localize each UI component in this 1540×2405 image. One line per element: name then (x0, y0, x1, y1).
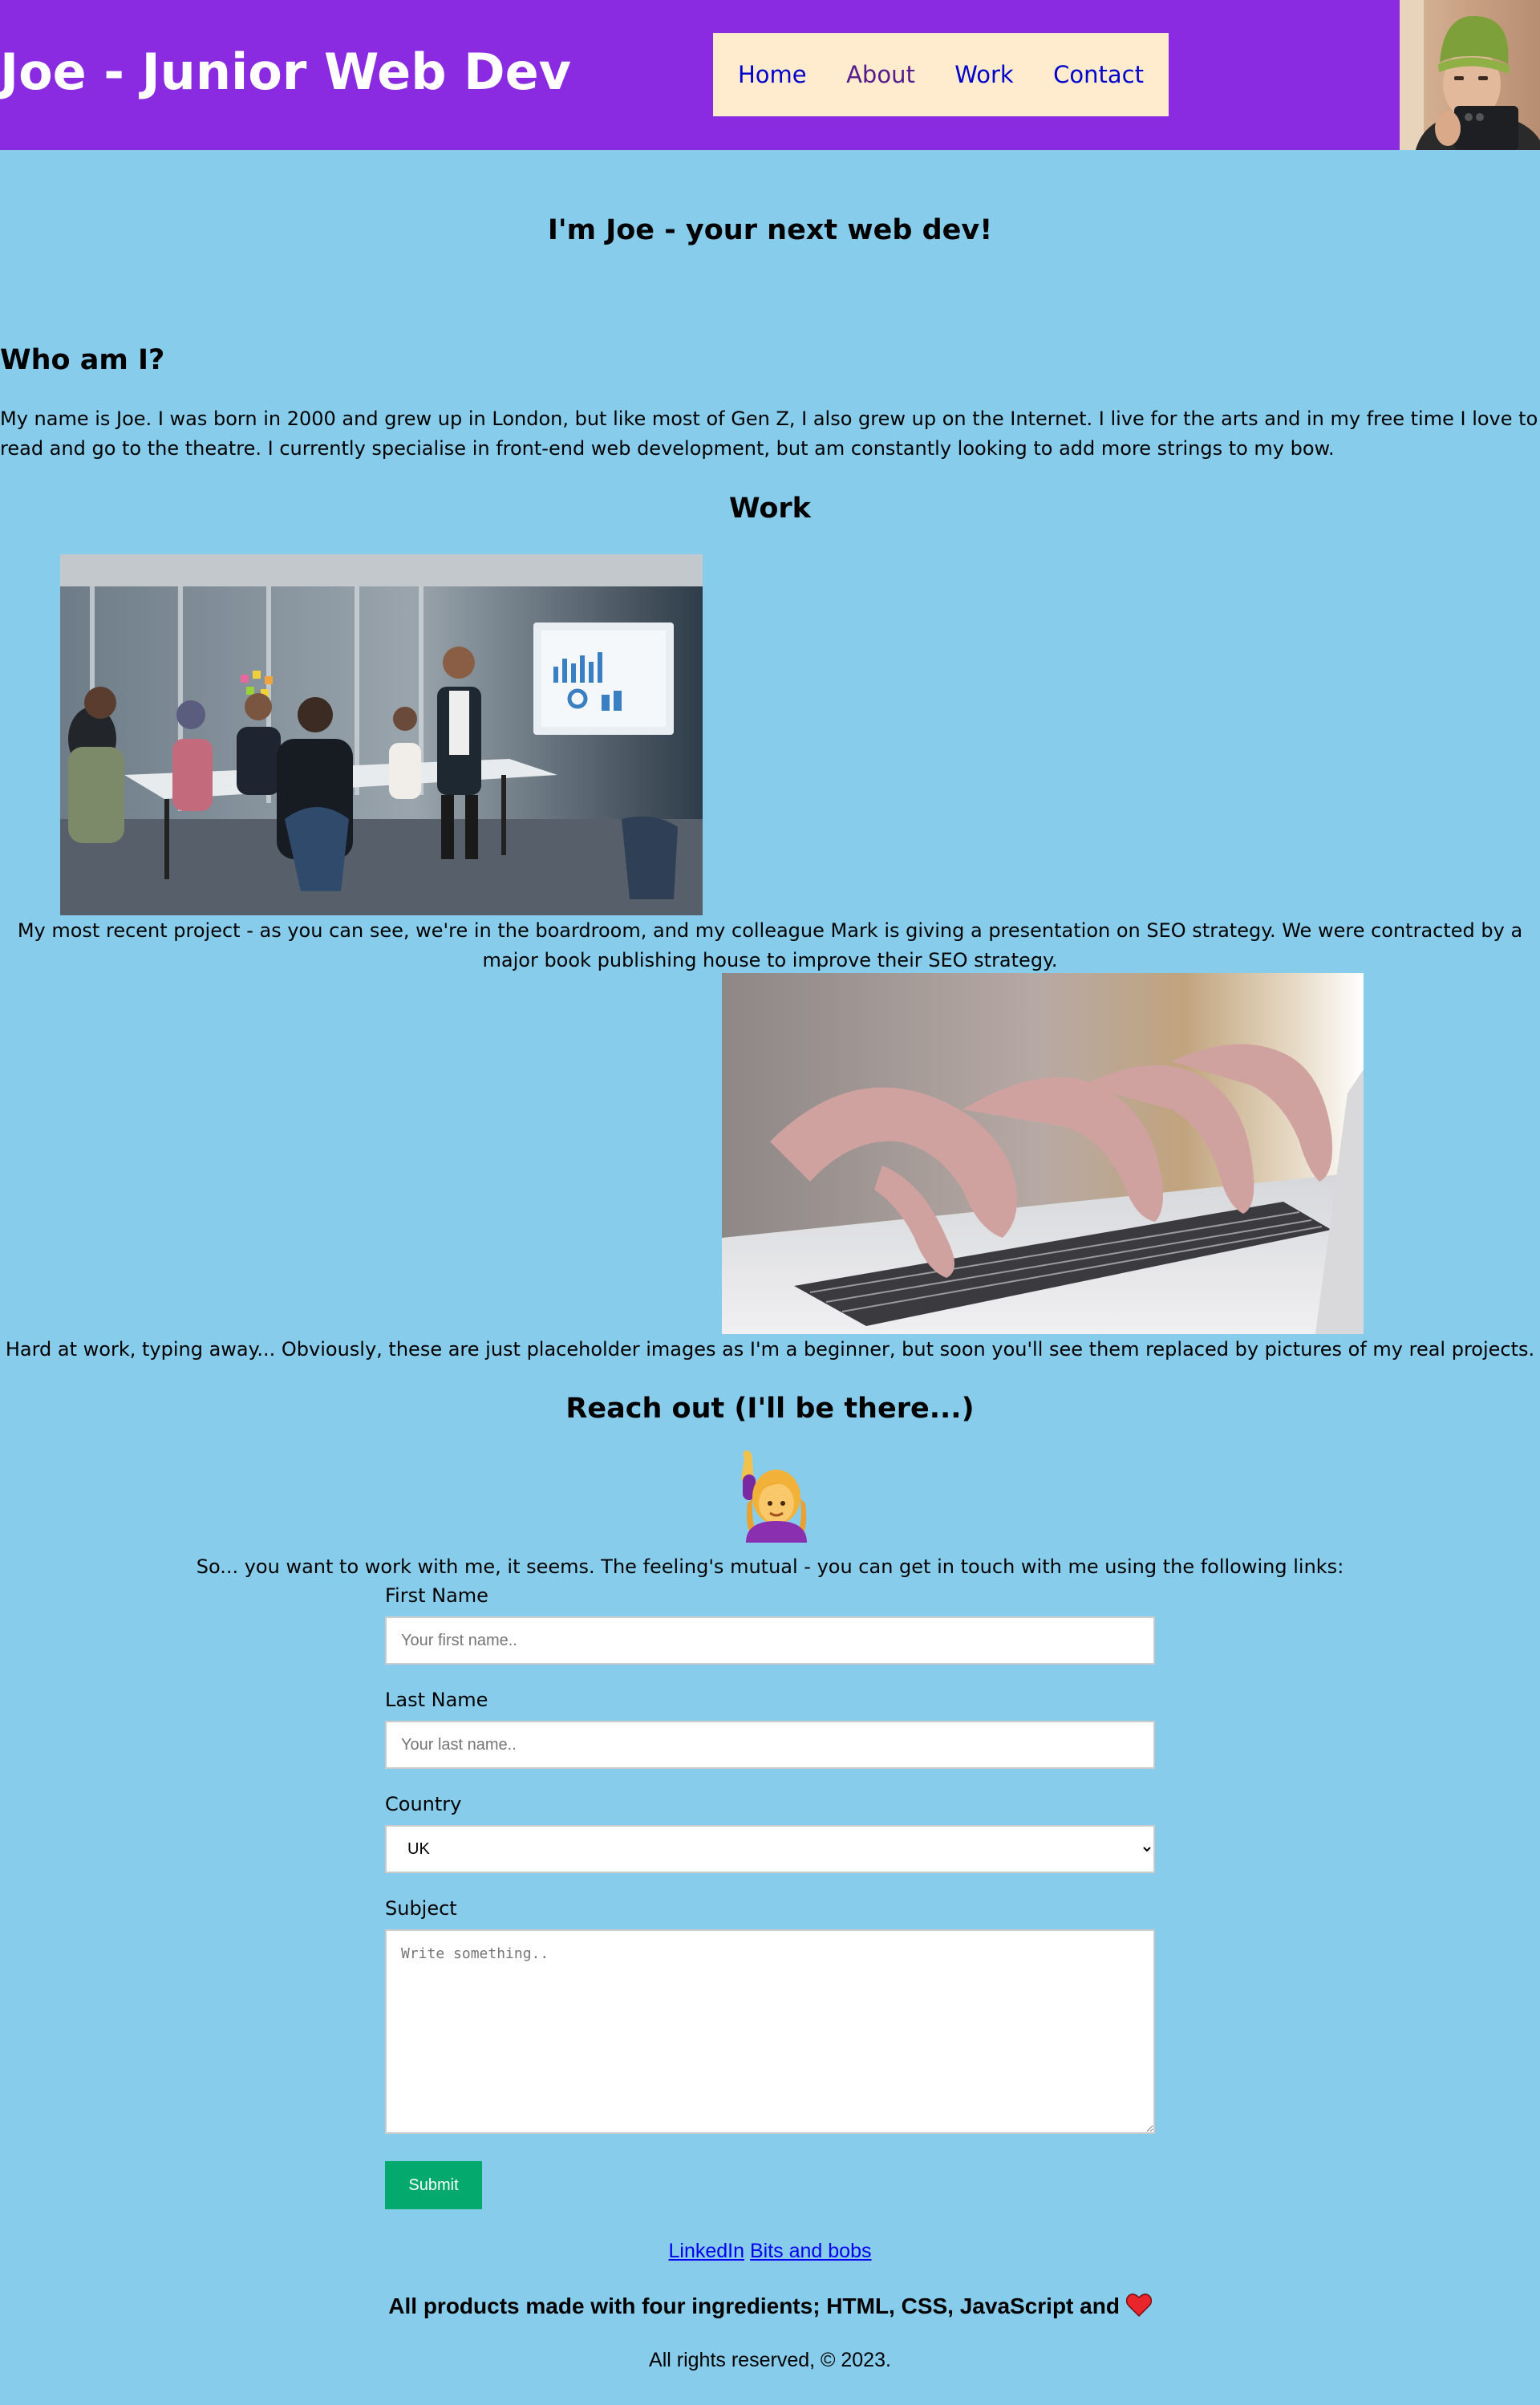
bits-and-bobs-link[interactable]: Bits and bobs (750, 2240, 872, 2262)
boardroom-photo (60, 554, 703, 915)
nav-about-link[interactable]: About (846, 61, 915, 88)
nav-home-link[interactable]: Home (738, 61, 807, 88)
last-name-input[interactable] (385, 1721, 1155, 1769)
heart-icon (1125, 2293, 1152, 2318)
subject-textarea[interactable] (385, 1929, 1155, 2134)
contact-intro: So... you want to work with me, it seems… (196, 1555, 1344, 1578)
copyright-text: All rights reserved, © 2023. (649, 2349, 891, 2371)
typing-photo (722, 973, 1364, 1334)
main-nav: Home About Work Contact (713, 33, 1169, 116)
about-heading: Who am I? (0, 344, 165, 376)
nav-work-link[interactable]: Work (954, 61, 1013, 88)
first-name-input[interactable] (385, 1616, 1155, 1665)
contact-heading: Reach out (I'll be there...) (565, 1393, 975, 1425)
footer-tagline: All products made with four ingredients;… (0, 2290, 1540, 2322)
linkedin-link[interactable]: LinkedIn (669, 2240, 745, 2262)
person-raising-hand-icon (730, 1450, 810, 1543)
work-caption-1: My most recent project - as you can see,… (17, 919, 1523, 971)
submit-button[interactable]: Submit (385, 2161, 482, 2209)
tagline-text: All products made with four ingredients;… (388, 2293, 1120, 2318)
first-name-label: First Name (385, 1584, 488, 1607)
nav-contact-link[interactable]: Contact (1053, 61, 1144, 88)
subject-label: Subject (385, 1897, 457, 1920)
work-heading: Work (729, 493, 811, 525)
country-label: Country (385, 1793, 462, 1815)
about-bio: My name is Joe. I was born in 2000 and g… (0, 408, 1538, 460)
footer-links: LinkedIn Bits and bobs (0, 2238, 1540, 2264)
last-name-label: Last Name (385, 1689, 488, 1711)
work-caption-2: Hard at work, typing away... Obviously, … (5, 1338, 1535, 1361)
site-title: Joe - Junior Web Dev (0, 43, 572, 101)
profile-photo (1400, 0, 1540, 150)
country-select[interactable]: UK (385, 1825, 1155, 1873)
site-header: Joe - Junior Web Dev Home About Work Con… (0, 0, 1540, 150)
hero-heading: I'm Joe - your next web dev! (547, 214, 993, 246)
